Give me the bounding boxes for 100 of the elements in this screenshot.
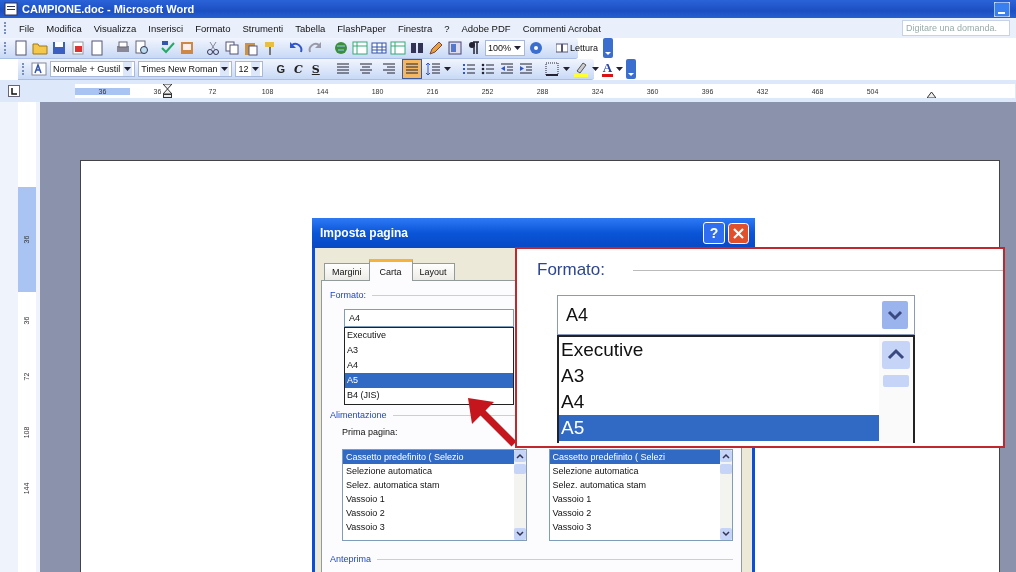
save-icon[interactable] <box>51 40 67 56</box>
bulleted-list-icon[interactable] <box>479 61 496 77</box>
drawing-icon[interactable] <box>428 40 444 56</box>
bold-button[interactable]: G <box>273 63 289 75</box>
right-indent-marker-icon[interactable] <box>927 92 936 98</box>
help-button[interactable]: ? <box>703 222 725 244</box>
border-icon[interactable] <box>543 61 560 77</box>
copy-icon[interactable] <box>224 40 240 56</box>
list-option[interactable]: A4 <box>559 389 879 415</box>
styles-pane-icon[interactable] <box>31 61 47 77</box>
insert-table-icon[interactable] <box>371 40 387 56</box>
new-document-icon[interactable] <box>13 40 29 56</box>
list-option[interactable]: Vassoio 2 <box>549 506 720 520</box>
scrollbar[interactable] <box>513 450 526 540</box>
cut-icon[interactable] <box>205 40 221 56</box>
list-option[interactable]: A3 <box>345 343 513 358</box>
menu-item[interactable]: Inserisci <box>142 22 190 34</box>
page-icon[interactable] <box>89 40 105 56</box>
menu-item[interactable]: Modifica <box>40 22 88 34</box>
folder-icon[interactable] <box>32 40 48 56</box>
tab-stop-icon[interactable] <box>8 85 20 97</box>
read-button[interactable]: Lettura <box>554 42 601 54</box>
list-option[interactable]: B4 (JIS) <box>345 388 513 403</box>
style-dropdown[interactable]: Normale + Gustil <box>50 61 136 77</box>
help-search-field[interactable]: Digitare una domanda. <box>902 20 1010 36</box>
paste-icon[interactable] <box>243 40 259 56</box>
list-option[interactable]: Vassoio 3 <box>343 520 514 534</box>
highlighter-icon[interactable] <box>572 61 589 77</box>
underline-button[interactable]: S <box>308 62 323 76</box>
tab[interactable]: Carta <box>368 259 413 281</box>
scrollbar[interactable] <box>879 337 913 443</box>
menu-item[interactable]: Strumenti <box>236 22 290 34</box>
list-option[interactable]: Selez. automatica stam <box>549 478 720 492</box>
window-title: CAMPIONE.doc - Microsoft Word <box>22 3 195 15</box>
zoom-dropdown[interactable]: 100% <box>485 40 526 56</box>
scroll-up-icon[interactable] <box>720 450 732 462</box>
font-dropdown[interactable]: Times New Roman <box>138 61 233 77</box>
list-option[interactable]: Selezione automatica <box>549 464 720 478</box>
caret-icon <box>124 67 132 71</box>
list-option[interactable]: Executive <box>559 337 879 363</box>
menu-item[interactable]: Adobe PDF <box>455 22 517 34</box>
scrollbar[interactable] <box>720 450 732 540</box>
scroll-thumb[interactable] <box>883 375 909 387</box>
toolbar-options-icon[interactable] <box>603 38 614 58</box>
scroll-thumb[interactable] <box>720 464 732 474</box>
list-option[interactable]: A4 <box>345 358 513 373</box>
paper-size-dropdown[interactable]: A4 <box>557 295 915 335</box>
menu-item[interactable]: Tabella <box>289 22 332 34</box>
menu-item[interactable]: Finestra <box>391 22 439 34</box>
list-option[interactable]: A5 <box>345 373 513 388</box>
list-option[interactable]: Vassoio 2 <box>343 506 514 520</box>
list-option[interactable]: Cassetto predefinito ( Selezio <box>343 450 514 464</box>
list-option[interactable]: A3 <box>559 363 879 389</box>
list-option[interactable]: A5 <box>559 415 879 441</box>
columns-icon[interactable] <box>409 40 425 56</box>
justify-button[interactable] <box>401 59 422 79</box>
menu-item[interactable]: ? <box>438 22 456 34</box>
menu-item[interactable]: FlashPaper <box>331 22 392 34</box>
decrease-indent-icon[interactable] <box>498 61 515 77</box>
scroll-up-icon[interactable] <box>882 341 910 369</box>
menu-item[interactable]: Commenti Acrobat <box>516 22 607 34</box>
list-option[interactable]: Vassoio 1 <box>549 492 720 506</box>
numbered-list-icon[interactable] <box>460 61 477 77</box>
paper-size-dropdown[interactable]: A4 <box>344 309 514 327</box>
scroll-down-icon[interactable] <box>720 528 732 540</box>
font-size-dropdown[interactable]: 12 <box>235 61 264 77</box>
menu-item[interactable]: Formato <box>189 22 237 34</box>
list-option[interactable]: Vassoio 1 <box>343 492 514 506</box>
menu-item[interactable]: Visualizza <box>87 22 143 34</box>
indent-marker-icon[interactable] <box>163 84 172 98</box>
group-label: Alimentazione <box>330 410 387 420</box>
line-spacing-icon[interactable] <box>424 61 441 77</box>
caret-icon <box>514 46 522 50</box>
italic-button[interactable]: C <box>291 62 306 76</box>
toolbar-options-icon[interactable] <box>626 59 637 79</box>
menu-item[interactable]: File <box>13 22 41 34</box>
print-preview-icon[interactable] <box>134 40 150 56</box>
minimize-icon[interactable] <box>994 1 1010 17</box>
list-option[interactable]: Executive <box>345 328 513 343</box>
list-option[interactable]: Cassetto predefinito ( Selezi <box>549 450 720 464</box>
help-icon[interactable] <box>528 40 545 56</box>
field-label: Prima pagina: <box>342 427 398 437</box>
close-icon[interactable] <box>728 222 749 244</box>
paragraph-mark-icon[interactable] <box>466 40 482 56</box>
font-color-button[interactable]: A <box>601 61 614 77</box>
tab[interactable]: Margini <box>324 263 370 280</box>
caret-icon <box>591 67 599 71</box>
scroll-down-icon[interactable] <box>513 528 526 540</box>
center-icon <box>357 61 374 77</box>
scroll-thumb[interactable] <box>513 464 526 474</box>
tab[interactable]: Layout <box>411 263 455 280</box>
list-option[interactable]: Selez. automatica stam <box>343 478 514 492</box>
group-label: Formato: <box>537 260 606 280</box>
list-option[interactable]: Selezione automatica <box>343 464 514 478</box>
list-option[interactable]: Vassoio 3 <box>549 520 720 534</box>
spelling-icon[interactable] <box>160 40 176 56</box>
caret-icon <box>252 67 260 71</box>
increase-indent-icon[interactable] <box>517 61 534 77</box>
align-left-icon <box>334 61 351 77</box>
document-icon <box>4 2 18 16</box>
